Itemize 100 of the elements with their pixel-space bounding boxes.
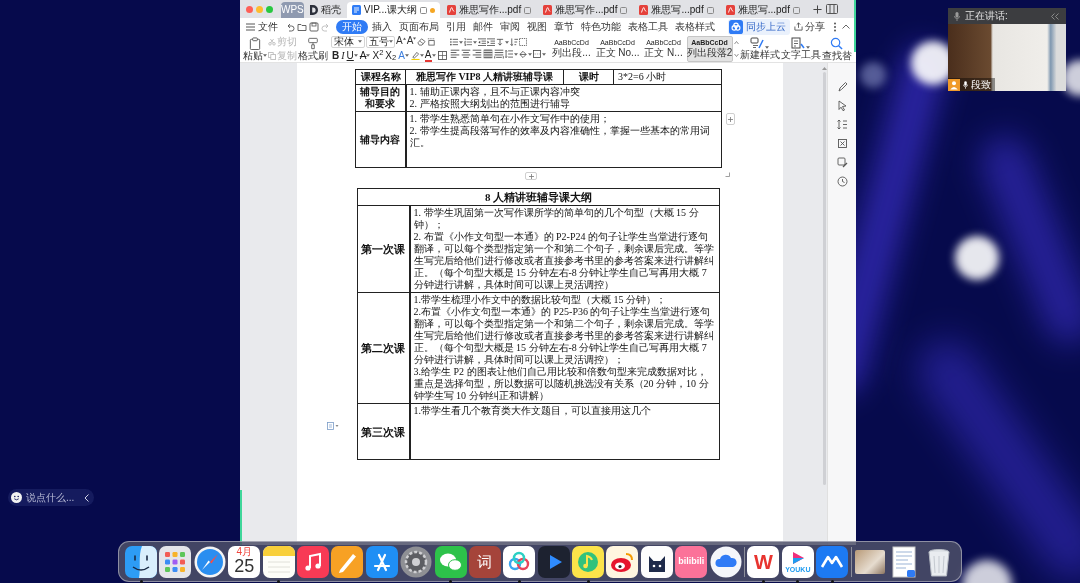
font-color-button[interactable]: A [423, 49, 437, 62]
shape-edit-icon[interactable] [836, 157, 848, 168]
align-right-icon[interactable] [471, 49, 482, 59]
chat-bubbles-icon[interactable] [434, 545, 467, 578]
rings-icon[interactable] [503, 545, 536, 578]
paste-button[interactable]: 粘贴 [242, 35, 267, 62]
line-spacing-icon[interactable] [504, 50, 513, 58]
font-name-field[interactable]: 宋体 [331, 35, 365, 48]
square-status-icon [620, 6, 628, 14]
undo-icon[interactable] [285, 21, 295, 32]
find-replace-button[interactable]: 查找替 [821, 35, 852, 62]
sort-icon[interactable] [509, 38, 518, 46]
add-row-button[interactable] [525, 172, 537, 180]
collapse-icon[interactable] [842, 24, 850, 29]
menu-tab[interactable]: 表格样式 [672, 19, 718, 34]
align-left-icon[interactable] [449, 49, 460, 59]
columns-icon[interactable] [825, 4, 838, 14]
gear-icon[interactable] [400, 545, 433, 578]
shrink-font-button[interactable]: A [406, 35, 417, 48]
crossed-sticks-icon[interactable] [365, 545, 398, 578]
menu-tab[interactable]: 特色功能 [578, 19, 624, 34]
menu-tab[interactable]: 邮件 [470, 19, 496, 34]
increase-indent-icon[interactable] [486, 38, 495, 46]
more-icon[interactable] [833, 21, 837, 32]
menu-tab[interactable]: 表格工具 [625, 19, 671, 34]
square-status-icon [524, 6, 532, 14]
calendar-tile[interactable]: 4月 25 [228, 545, 261, 578]
bold-button[interactable]: B [331, 49, 341, 62]
menu-tab[interactable]: 开始 [336, 19, 368, 34]
zigzag-tile-icon[interactable] [816, 545, 849, 578]
tab[interactable]: 雅思写作...pdf [441, 2, 537, 18]
notepad-icon[interactable] [262, 545, 295, 578]
comment-field[interactable]: 说点什么... [8, 489, 94, 506]
share-button[interactable]: 分享 [791, 19, 828, 34]
square-status-icon [419, 6, 427, 14]
tab[interactable]: 雅思写...pdf [720, 2, 805, 18]
grow-font-button[interactable]: A [396, 35, 406, 48]
subscript-button[interactable]: X$_{2}$ [384, 49, 398, 62]
tab[interactable]: VIP...课大纲 [346, 2, 440, 18]
music-note-icon[interactable] [296, 545, 329, 578]
menu-tab[interactable]: 插入 [369, 19, 395, 34]
folder-icon[interactable] [297, 21, 307, 32]
text-tools-button[interactable]: 文字工具 [780, 35, 821, 62]
menu-tab[interactable]: 章节 [551, 19, 577, 34]
app-tile[interactable]: W [747, 545, 780, 578]
align-distributed-icon[interactable] [493, 49, 504, 59]
resize-handle-icon[interactable] [725, 172, 730, 177]
clock-icon[interactable] [836, 176, 848, 187]
tab[interactable]: 雅思写作...pdf [538, 2, 633, 18]
format-painter-button[interactable]: 格式刷 [298, 35, 328, 62]
tab[interactable]: 稻壳 [305, 2, 345, 18]
font-size-field[interactable]: 五号 [366, 35, 395, 48]
list-item-text: 3.给学生 P2 的图表让他们自己用比较和倍数句型来完成数据对比，重点是选择句型，所以数据可以随机挑选没有关系（20 分钟，10 分钟学生写 10 分钟纠正和讲解） [413, 366, 710, 402]
italic-button[interactable]: I [340, 49, 346, 62]
border-grid-icon[interactable] [437, 51, 447, 60]
double-chevron-icon[interactable] [1050, 12, 1060, 20]
app-grid-icon[interactable] [159, 545, 192, 578]
borders-icon[interactable] [532, 50, 541, 58]
align-center-icon[interactable] [460, 49, 471, 59]
text-direction-icon[interactable] [495, 38, 504, 46]
file-menu-button[interactable]: 文件 [244, 19, 280, 34]
menu-tab[interactable]: 审阅 [497, 19, 523, 34]
two-tone-face-icon[interactable] [125, 545, 157, 578]
spacing-icon[interactable] [836, 119, 848, 130]
highlighter-icon[interactable] [410, 51, 420, 60]
strikethrough-button[interactable]: A [358, 49, 372, 62]
app-tile[interactable]: 词 [468, 545, 501, 578]
plus-icon[interactable] [812, 4, 822, 14]
numbered-list-icon[interactable] [463, 38, 472, 46]
text-effect-button[interactable]: A [397, 49, 410, 62]
cat-icon[interactable] [640, 545, 673, 578]
save-icon[interactable] [309, 21, 319, 32]
menu-tab[interactable]: 页面布局 [396, 19, 442, 34]
cloud-sync-button[interactable]: 同步上云 [728, 18, 790, 35]
cursor-icon[interactable] [836, 100, 848, 111]
paragraph-handle-icon[interactable] [327, 422, 339, 430]
decrease-indent-icon[interactable] [477, 38, 486, 46]
align-justify-icon[interactable] [482, 49, 493, 59]
caret-icon [353, 54, 358, 57]
chevron-left-icon[interactable] [84, 493, 89, 502]
add-column-button[interactable] [726, 113, 735, 125]
dashed-box-icon[interactable] [518, 38, 527, 46]
play-tile-icon[interactable] [537, 545, 570, 578]
cloud-icon[interactable] [709, 545, 742, 578]
tab[interactable]: 雅思写...pdf [634, 2, 719, 18]
menu-tab[interactable]: 引用 [443, 19, 469, 34]
phonetic-guide-icon[interactable] [427, 37, 437, 46]
underline-button[interactable]: U [345, 49, 359, 62]
eraser-icon[interactable] [417, 37, 427, 46]
bullet-list-icon[interactable] [449, 38, 458, 46]
superscript-button[interactable]: X$^{2}$ [371, 49, 385, 62]
eye-swirl-icon[interactable] [606, 545, 639, 578]
compass-icon[interactable] [193, 545, 226, 578]
pen-icon[interactable] [836, 81, 848, 92]
fill-bucket-icon[interactable] [518, 50, 527, 58]
arrow-down-icon [413, 36, 417, 40]
pen-tile-icon[interactable] [331, 545, 364, 578]
menu-tab[interactable]: 视图 [524, 19, 550, 34]
new-style-button[interactable]: 新建样式 [739, 35, 780, 62]
frame-cross-icon[interactable] [836, 138, 848, 149]
